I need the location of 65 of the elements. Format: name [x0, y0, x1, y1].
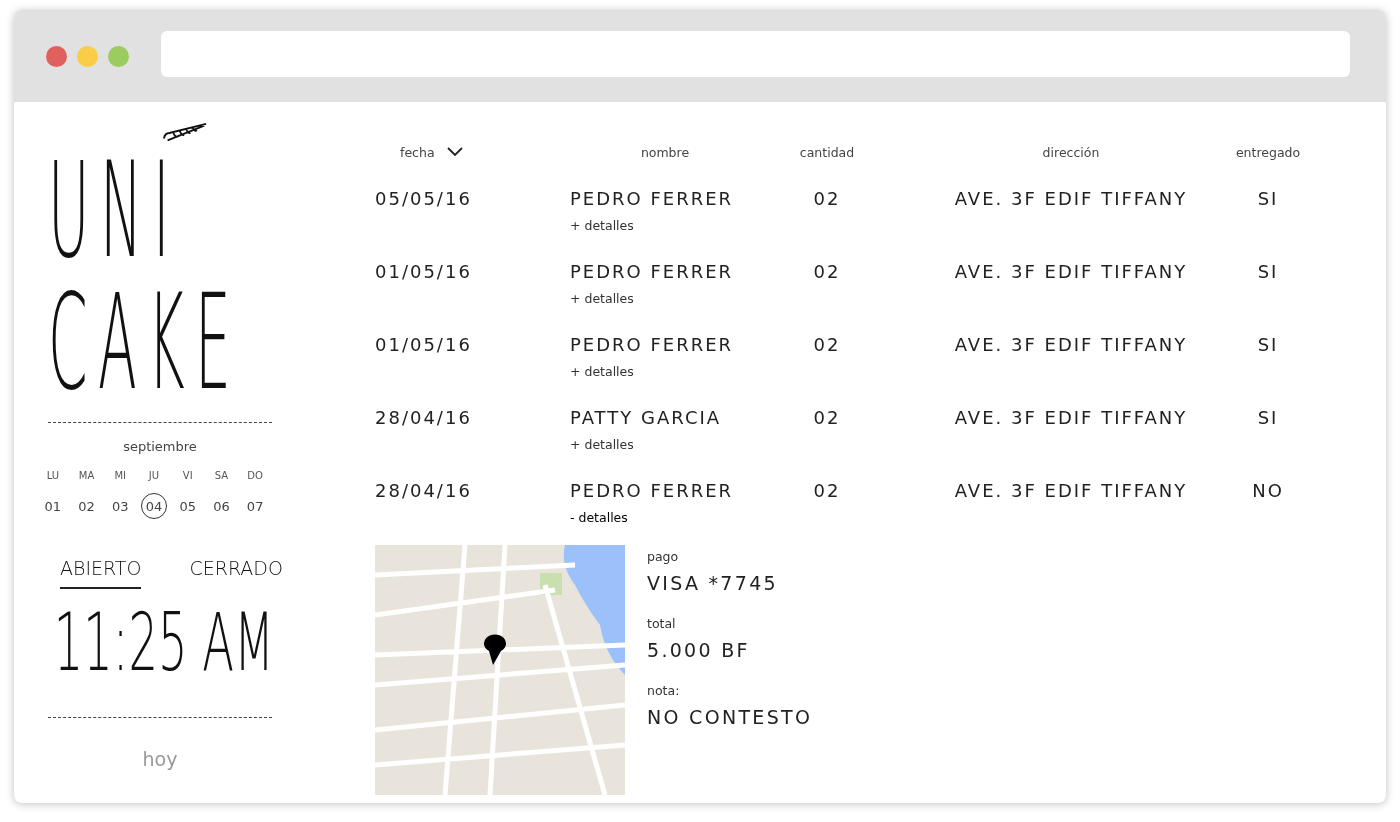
details-toggle-link[interactable]: + detalles	[570, 291, 634, 306]
date-cell-text: 01/05/16	[375, 333, 473, 357]
quantity-cell-text: 02	[813, 260, 841, 284]
logo-text: UNI	[48, 144, 181, 277]
weekday-label: SA	[214, 470, 229, 481]
address-cell-text: AVE. 3F EDIF TIFFANY	[954, 333, 1188, 357]
quantity-cell-text: 02	[813, 187, 841, 211]
delivered-cell-text: SI	[1257, 260, 1279, 284]
calendar-day[interactable]: 03	[107, 493, 134, 519]
delivered-cell-text: SI	[1257, 406, 1279, 430]
field-value: VISA *7745	[647, 572, 779, 594]
maximize-window-icon[interactable]	[108, 45, 129, 67]
calendar-day[interactable]: 07	[242, 493, 269, 519]
field-value: NO CONTESTO	[647, 706, 813, 728]
details-toggle-link[interactable]: - detalles	[570, 510, 628, 525]
name-cell-text: PEDRO FERRER	[570, 333, 735, 357]
address-bar[interactable]	[161, 31, 1350, 77]
close-window-icon[interactable]	[46, 45, 67, 67]
weekday-label: VI	[182, 470, 193, 481]
column-header[interactable]: entregado	[1235, 144, 1301, 160]
chevron-down-icon[interactable]	[446, 147, 463, 157]
quantity-cell-text: 02	[813, 406, 841, 430]
name-cell-text: PEDRO FERRER	[570, 260, 735, 284]
name-cell-text: PEDRO FERRER	[570, 187, 735, 211]
weekday-label: MA	[78, 470, 95, 481]
column-header[interactable]: dirección	[1042, 144, 1100, 160]
calendar-day[interactable]: 02	[73, 493, 100, 519]
delivered-cell-text: SI	[1257, 333, 1279, 357]
date-cell-text: 28/04/16	[375, 479, 473, 503]
address-cell-text: AVE. 3F EDIF TIFFANY	[954, 406, 1188, 430]
address-cell-text: AVE. 3F EDIF TIFFANY	[954, 260, 1188, 284]
status-tab[interactable]: ABIERTO	[60, 557, 142, 589]
column-header[interactable]: cantidad	[799, 144, 855, 160]
month-label: septiembre	[122, 439, 198, 454]
quantity-cell-text: 02	[813, 479, 841, 503]
status-tab[interactable]: CERRADO	[189, 557, 283, 589]
delivered-cell-text: NO	[1252, 479, 1284, 503]
name-cell-text: PATTY GARCIA	[570, 406, 723, 430]
clock-time: 11:25 AM	[52, 603, 275, 683]
weekday-label: LU	[46, 470, 60, 481]
column-header[interactable]: nombre	[640, 144, 690, 160]
address-cell-text: AVE. 3F EDIF TIFFANY	[954, 479, 1188, 503]
weekday-label: JU	[148, 470, 160, 481]
date-cell-text: 05/05/16	[375, 187, 473, 211]
address-cell-text: AVE. 3F EDIF TIFFANY	[954, 187, 1188, 211]
quantity-cell-text: 02	[813, 333, 841, 357]
delivered-cell-text: SI	[1257, 187, 1279, 211]
calendar-day[interactable]: 01	[39, 493, 66, 519]
date-cell-text: 01/05/16	[375, 260, 473, 284]
date-cell-text: 28/04/16	[375, 406, 473, 430]
column-header[interactable]: fecha	[400, 144, 463, 160]
weekday-label: DO	[247, 470, 263, 481]
field-value: 5.000 BF	[647, 639, 751, 661]
field-label: pago	[647, 549, 680, 564]
logo-text: CAKE	[48, 276, 242, 409]
calendar-day[interactable]: 05	[174, 493, 201, 519]
field-label: nota:	[647, 683, 681, 698]
details-toggle-link[interactable]: + detalles	[570, 364, 634, 379]
details-toggle-link[interactable]: + detalles	[570, 437, 634, 452]
field-label: total	[647, 616, 677, 631]
minimize-window-icon[interactable]	[77, 45, 98, 67]
calendar-day[interactable]: 06	[208, 493, 235, 519]
details-toggle-link[interactable]: + detalles	[570, 218, 634, 233]
weekday-label: MI	[114, 470, 127, 481]
name-cell-text: PEDRO FERRER	[570, 479, 735, 503]
